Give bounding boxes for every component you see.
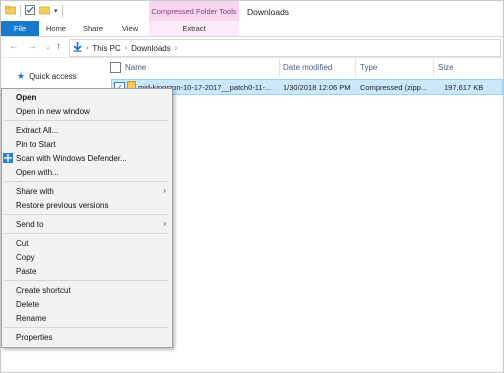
nav-item-quick-access[interactable]: ★ Quick access <box>17 71 77 82</box>
menu-item-copy[interactable]: Copy <box>16 253 35 262</box>
menu-item-open-with[interactable]: Open with... <box>16 168 59 177</box>
menu-item-pin-to-start[interactable]: Pin to Start <box>16 140 56 149</box>
toolbar-divider <box>20 5 21 17</box>
column-divider[interactable] <box>355 59 356 77</box>
breadcrumb-separator-icon: › <box>124 44 128 52</box>
menu-separator <box>4 181 168 182</box>
recent-locations-chevron-icon[interactable]: ⌄ <box>45 43 51 51</box>
menu-separator <box>4 233 168 234</box>
breadcrumb-separator-icon: › <box>86 44 89 52</box>
submenu-arrow-icon: › <box>163 219 166 228</box>
folder-icon[interactable] <box>5 5 16 17</box>
column-divider[interactable] <box>279 59 280 77</box>
address-bar[interactable]: › This PC › Downloads › <box>69 39 501 57</box>
window-title: Downloads <box>247 7 290 17</box>
column-header-name[interactable]: Name <box>125 59 146 75</box>
context-menu: Open Open in new window Extract All... P… <box>1 88 173 348</box>
menu-item-cut[interactable]: Cut <box>16 239 28 248</box>
explorer-window: ▾ Compressed Folder Tools Downloads File… <box>0 0 504 373</box>
tab-home[interactable]: Home <box>39 21 73 36</box>
file-size: 197,617 KB <box>444 83 484 92</box>
submenu-arrow-icon: › <box>163 186 166 195</box>
menu-item-open-new-window[interactable]: Open in new window <box>16 107 90 116</box>
ribbon-tabs: File Home Share View Extract <box>1 21 503 37</box>
menu-item-delete[interactable]: Delete <box>16 300 39 309</box>
column-header-type[interactable]: Type <box>360 59 377 75</box>
select-all-checkbox[interactable] <box>110 62 121 73</box>
menu-item-paste[interactable]: Paste <box>16 267 36 276</box>
windows-defender-icon <box>3 153 13 163</box>
tab-extract[interactable]: Extract <box>149 21 239 36</box>
column-header-size[interactable]: Size <box>438 59 454 75</box>
menu-item-rename[interactable]: Rename <box>16 314 46 323</box>
menu-item-properties[interactable]: Properties <box>16 333 52 342</box>
new-folder-icon[interactable] <box>39 5 50 17</box>
customize-dropdown-icon[interactable]: ▾ <box>54 7 58 15</box>
menu-separator <box>4 214 168 215</box>
file-type: Compressed (zipp... <box>360 83 428 92</box>
breadcrumb-downloads[interactable]: Downloads <box>131 44 171 53</box>
context-tab-group-title: Compressed Folder Tools <box>149 1 239 21</box>
breadcrumb-separator-icon: › <box>174 44 178 52</box>
up-arrow-icon[interactable]: ↑ <box>56 41 61 52</box>
tab-file[interactable]: File <box>1 21 39 36</box>
toolbar-divider <box>61 5 63 17</box>
menu-separator <box>4 327 168 328</box>
star-icon: ★ <box>17 71 26 81</box>
column-divider[interactable] <box>433 59 434 77</box>
menu-item-send-to[interactable]: Send to <box>16 220 44 229</box>
quick-access-toolbar: ▾ <box>1 1 153 21</box>
back-arrow-icon[interactable]: ← <box>9 41 19 52</box>
menu-item-open[interactable]: Open <box>16 93 36 102</box>
menu-separator <box>4 120 168 121</box>
menu-item-extract-all[interactable]: Extract All... <box>16 126 58 135</box>
tab-share[interactable]: Share <box>73 21 113 36</box>
address-row: ← → ⌄ ↑ › This PC › Downloads › <box>1 37 503 58</box>
menu-separator <box>4 280 168 281</box>
menu-item-create-shortcut[interactable]: Create shortcut <box>16 286 71 295</box>
downloads-arrow-icon <box>73 42 82 54</box>
properties-check-icon[interactable] <box>25 5 35 17</box>
tab-view[interactable]: View <box>113 21 147 36</box>
menu-item-restore-previous[interactable]: Restore previous versions <box>16 201 108 210</box>
menu-item-scan-defender[interactable]: Scan with Windows Defender... <box>16 154 127 163</box>
column-header-date-modified[interactable]: Date modified <box>283 59 332 75</box>
breadcrumb-this-pc[interactable]: This PC <box>92 44 120 53</box>
nav-item-label: Quick access <box>29 72 77 81</box>
file-date-modified: 1/30/2018 12:06 PM <box>283 83 351 92</box>
menu-item-share-with[interactable]: Share with <box>16 187 54 196</box>
forward-arrow-icon[interactable]: → <box>27 41 37 52</box>
